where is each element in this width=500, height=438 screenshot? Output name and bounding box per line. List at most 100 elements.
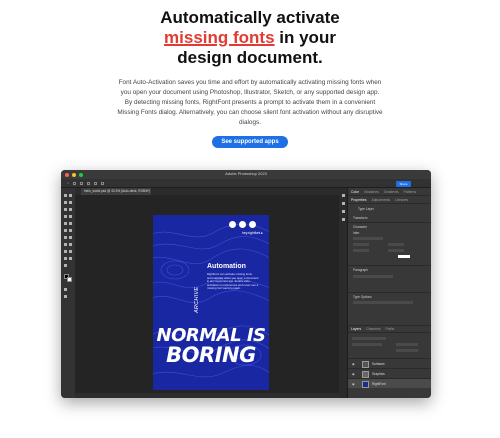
hand-tool-icon[interactable] <box>69 257 72 260</box>
layer-row-selected[interactable]: ◉ RightFont <box>348 378 431 388</box>
hero-description: Font Auto-Activation saves you time and … <box>117 79 383 126</box>
layer-row[interactable]: ◉ Surfaces <box>348 358 431 368</box>
tab-patterns[interactable]: Patterns <box>404 190 417 194</box>
circle-icon <box>229 221 236 228</box>
properties-panel-tabs: Properties Adjustments Libraries <box>348 196 431 204</box>
leading-field[interactable] <box>388 243 404 246</box>
headline-line-3: design document. <box>177 48 323 67</box>
visibility-eye-icon[interactable]: ◉ <box>352 372 355 376</box>
lasso-tool-icon[interactable] <box>69 201 72 204</box>
layer-thumbnail <box>362 360 369 368</box>
layer-name: Surfaces <box>372 362 385 366</box>
document-tabbar: hello_world.psd @ 33.3% (Auto-desk, RGB/… <box>75 188 339 195</box>
brush-panel-icon[interactable] <box>342 210 345 213</box>
history-panel-icon[interactable] <box>342 194 345 197</box>
divider <box>348 292 431 293</box>
document-tab[interactable]: hello_world.psd @ 33.3% (Auto-desk, RGB/… <box>81 188 151 195</box>
background-color-swatch[interactable] <box>67 277 72 282</box>
headline-line-1: Automatically activate <box>160 8 340 27</box>
right-panel: Color Swatches Gradients Patterns Proper… <box>348 188 431 398</box>
history-brush-icon[interactable] <box>64 229 67 232</box>
artboard-tool-icon[interactable] <box>69 194 72 197</box>
dodge-tool-icon[interactable] <box>64 243 67 246</box>
font-family-value[interactable]: Inter <box>353 231 359 235</box>
3d-mode-icon[interactable] <box>100 181 104 185</box>
text-color-swatch[interactable] <box>398 255 410 258</box>
type-tool-icon[interactable] <box>64 250 67 253</box>
layer-name: Graphics <box>372 372 385 376</box>
tab-swatches[interactable]: Swatches <box>364 190 379 194</box>
headline-line-2-rest: in your <box>274 28 336 47</box>
marquee-tool-icon[interactable] <box>64 201 67 204</box>
poster-heading: Automation <box>207 263 246 270</box>
eyedropper-tool-icon[interactable] <box>64 215 67 218</box>
adjust-panel-icon[interactable] <box>342 218 345 221</box>
distribute-icon[interactable] <box>86 181 90 185</box>
kerning-field[interactable] <box>388 249 404 252</box>
stamp-tool-icon[interactable] <box>69 222 72 225</box>
layer-row[interactable]: ◉ Graphics <box>348 368 431 378</box>
layer-filter-field[interactable] <box>352 337 386 340</box>
poster-artwork[interactable]: hey.rightfont ▸ Automation RightFont can… <box>153 215 269 390</box>
collapsed-panels-strip <box>339 188 348 398</box>
font-size-field[interactable] <box>353 243 369 246</box>
eraser-tool-icon[interactable] <box>69 229 72 232</box>
properties-type-label: Type Layer <box>358 207 374 211</box>
poster-vertical-text: ARCHIVE <box>194 286 200 313</box>
gradient-tool-icon[interactable] <box>64 236 67 239</box>
blend-mode-select[interactable] <box>352 343 382 346</box>
info-panel-icon[interactable] <box>342 202 345 205</box>
options-bar: ⌂ Share <box>61 179 431 188</box>
circle-icon <box>249 221 256 228</box>
headline-line-2: missing fonts in your <box>0 28 500 48</box>
tab-properties[interactable]: Properties <box>351 198 366 202</box>
poster-body-text: RightFont can activate missing fonts aut… <box>207 272 259 291</box>
fill-field[interactable] <box>396 349 418 352</box>
share-button[interactable]: Share <box>396 180 411 187</box>
tab-gradients[interactable]: Gradients <box>384 190 399 194</box>
tab-adjustments[interactable]: Adjustments <box>371 198 390 202</box>
tab-channels[interactable]: Channels <box>366 327 380 331</box>
layer-name: RightFont <box>372 382 386 386</box>
see-supported-apps-button[interactable]: See supported apps <box>212 135 288 148</box>
home-icon[interactable]: ⌂ <box>67 181 69 185</box>
tab-libraries[interactable]: Libraries <box>395 198 408 202</box>
type-options-section-label[interactable]: Type Options <box>353 295 372 299</box>
tracking-field[interactable] <box>353 249 369 252</box>
paragraph-section-label[interactable]: Paragraph <box>353 268 368 272</box>
path-select-icon[interactable] <box>69 250 72 253</box>
quick-mask-icon[interactable] <box>64 288 67 291</box>
shape-tool-icon[interactable] <box>64 257 67 260</box>
window-titlebar: Adobe Photoshop 2023 <box>61 170 431 179</box>
tab-color[interactable]: Color <box>351 190 359 194</box>
opacity-field[interactable] <box>396 343 418 346</box>
brush-tool-icon[interactable] <box>64 222 67 225</box>
blur-tool-icon[interactable] <box>69 236 72 239</box>
divider <box>348 222 431 223</box>
align-icon[interactable] <box>79 181 83 185</box>
move-tool-icon[interactable] <box>64 194 67 197</box>
status-bar <box>75 393 339 398</box>
heal-tool-icon[interactable] <box>69 215 72 218</box>
pen-tool-icon[interactable] <box>69 243 72 246</box>
layers-panel-tabs: Layers Channels Paths <box>348 325 431 333</box>
visibility-eye-icon[interactable]: ◉ <box>352 382 355 386</box>
paragraph-align-buttons[interactable] <box>353 275 393 278</box>
tab-layers[interactable]: Layers <box>351 327 361 331</box>
visibility-eye-icon[interactable]: ◉ <box>352 362 355 366</box>
transform-section-label[interactable]: Transform <box>353 216 367 220</box>
layer-thumbnail <box>362 380 369 388</box>
color-panel-tabs: Color Swatches Gradients Patterns <box>348 188 431 196</box>
crop-tool-icon[interactable] <box>69 208 72 211</box>
tab-paths[interactable]: Paths <box>386 327 395 331</box>
screen-mode-icon[interactable] <box>64 295 67 298</box>
font-style-field[interactable] <box>353 237 383 240</box>
divider <box>348 265 431 266</box>
character-section-label[interactable]: Character <box>353 225 367 229</box>
select-tool-icon[interactable] <box>64 208 67 211</box>
zoom-tool-icon[interactable] <box>64 264 67 267</box>
tools-panel <box>61 188 75 398</box>
transform-icon[interactable] <box>93 181 97 185</box>
type-options-buttons[interactable] <box>353 301 413 304</box>
tool-preset-icon[interactable] <box>72 181 76 185</box>
